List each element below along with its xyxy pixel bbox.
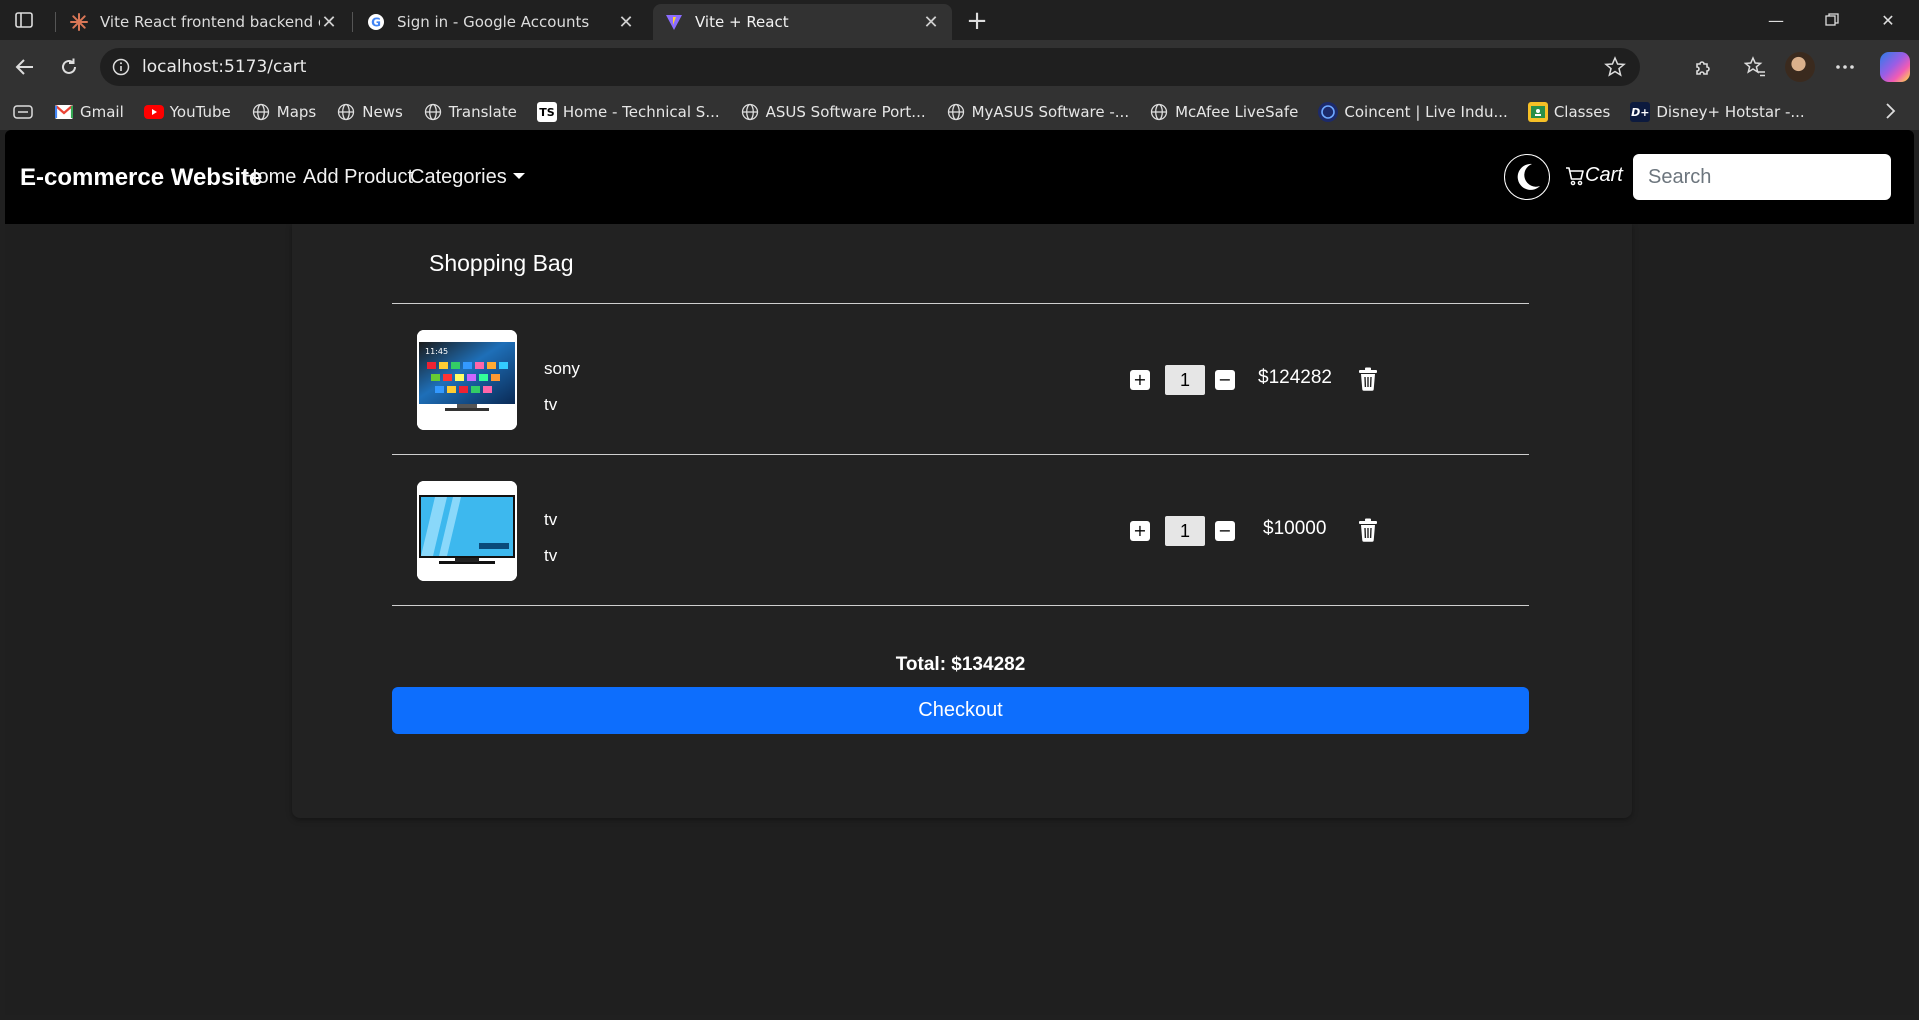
shopping-bag-card: Shopping Bag 11:45 sony tv + 1 − $124282…	[292, 224, 1632, 818]
bookmark-coincent[interactable]: Coincent | Live Indu...	[1318, 102, 1508, 122]
bookmark-disney-hotstar[interactable]: D+ Disney+ Hotstar -...	[1630, 102, 1805, 122]
close-icon[interactable]: ✕	[320, 12, 338, 33]
bookmark-news[interactable]: News	[336, 102, 403, 122]
product-price: $124282	[1258, 367, 1332, 388]
product-image[interactable]: 11:45	[417, 330, 517, 430]
increase-quantity-button[interactable]: +	[1130, 370, 1150, 390]
tab-vite-react[interactable]: Vite + React ✕	[653, 4, 952, 40]
ts-icon: TS	[536, 102, 557, 122]
bookmark-translate[interactable]: Translate	[423, 102, 517, 122]
nav-dropdown-categories[interactable]: Categories	[410, 166, 525, 189]
svg-text:G: G	[371, 16, 381, 30]
caret-down-icon	[512, 172, 525, 179]
coincent-icon	[1318, 102, 1339, 122]
checkout-button[interactable]: Checkout	[392, 687, 1529, 734]
favorites-icon[interactable]	[1740, 52, 1770, 82]
bookmark-gmail[interactable]: Gmail	[54, 102, 124, 122]
restore-icon[interactable]	[1804, 0, 1860, 40]
web-page: E-commerce Website Home Add Product Cate…	[5, 130, 1914, 1015]
site-brand[interactable]: E-commerce Website	[20, 164, 262, 192]
tab-separator	[352, 12, 353, 32]
bookmark-myasus-software[interactable]: MyASUS Software -...	[946, 102, 1129, 122]
product-image[interactable]	[417, 481, 517, 581]
product-category: tv	[544, 395, 558, 414]
classroom-icon	[1527, 102, 1548, 122]
bookmarks-bar: Gmail YouTube Maps News Translate TS Hom…	[0, 94, 1919, 130]
cart-total: Total: $134282	[895, 654, 1026, 675]
extensions-icon[interactable]	[1688, 52, 1718, 82]
globe-icon	[946, 102, 966, 122]
address-field[interactable]: localhost:5173/cart	[100, 48, 1640, 86]
product-name: sony	[544, 359, 580, 378]
window-close-icon[interactable]: ✕	[1860, 0, 1916, 40]
site-navbar: E-commerce Website Home Add Product Cate…	[5, 130, 1914, 224]
product-price: $10000	[1263, 518, 1327, 539]
svg-text:11:45: 11:45	[425, 347, 448, 356]
reload-icon[interactable]	[54, 52, 84, 82]
trash-icon[interactable]	[1357, 367, 1379, 391]
decrease-quantity-button[interactable]: −	[1215, 521, 1235, 541]
tab-title: Sign in - Google Accounts	[397, 13, 590, 31]
browser-tab-bar: Vite React frontend backend conn ✕ G Sig…	[0, 0, 1919, 40]
back-icon[interactable]	[10, 52, 40, 82]
cart-icon	[1566, 166, 1584, 185]
tab-title: Vite React frontend backend conn	[100, 13, 320, 31]
url-text: localhost:5173/cart	[142, 57, 307, 77]
tab-google-sign-in[interactable]: G Sign in - Google Accounts ✕	[355, 4, 647, 40]
nav-link-home[interactable]: Home	[243, 166, 296, 189]
tab-actions-icon[interactable]	[12, 101, 34, 123]
search-input[interactable]	[1633, 154, 1891, 200]
copilot-icon[interactable]	[1880, 52, 1910, 82]
site-info-icon[interactable]	[110, 56, 132, 78]
profile-avatar[interactable]	[1785, 52, 1815, 82]
close-icon[interactable]: ✕	[617, 12, 635, 33]
google-icon: G	[367, 13, 385, 31]
shopping-bag-title: Shopping Bag	[429, 250, 574, 276]
minimize-icon[interactable]: —	[1748, 0, 1804, 40]
decrease-quantity-button[interactable]: −	[1215, 370, 1235, 390]
youtube-icon	[143, 102, 164, 122]
chevron-right-icon[interactable]	[1883, 102, 1897, 124]
browser-address-bar: localhost:5173/cart	[0, 40, 1919, 94]
more-options-icon[interactable]	[1830, 52, 1860, 82]
vite-icon	[665, 13, 683, 31]
favorite-star-icon[interactable]	[1604, 56, 1626, 82]
globe-icon	[251, 102, 271, 122]
tab-separator	[55, 12, 56, 32]
sidebar-toggle-icon[interactable]	[12, 8, 36, 32]
bookmark-maps[interactable]: Maps	[251, 102, 316, 122]
new-tab-icon[interactable]: +	[962, 6, 992, 36]
divider	[392, 605, 1529, 606]
globe-icon	[1149, 102, 1169, 122]
cart-item: tv tv + 1 − $10000	[392, 455, 1529, 605]
moon-icon	[1517, 163, 1540, 190]
increase-quantity-button[interactable]: +	[1130, 521, 1150, 541]
cart-link[interactable]: Cart	[1565, 164, 1623, 187]
bookmark-mcafee-livesafe[interactable]: McAfee LiveSafe	[1149, 102, 1298, 122]
quantity-value[interactable]: 1	[1165, 516, 1205, 546]
close-icon[interactable]: ✕	[922, 12, 940, 33]
quantity-value[interactable]: 1	[1165, 365, 1205, 395]
hotstar-icon: D+	[1630, 102, 1651, 122]
trash-icon[interactable]	[1357, 518, 1379, 542]
bookmark-youtube[interactable]: YouTube	[143, 102, 231, 122]
product-category: tv	[544, 546, 558, 565]
bookmark-technical-s[interactable]: TS Home - Technical S...	[536, 102, 720, 122]
cart-item: 11:45 sony tv + 1 − $124282	[392, 304, 1529, 454]
bookmark-asus-software-portal[interactable]: ASUS Software Port...	[740, 102, 926, 122]
gmail-icon	[54, 102, 74, 122]
globe-icon	[423, 102, 443, 122]
bookmark-classes[interactable]: Classes	[1527, 102, 1610, 122]
globe-icon	[336, 102, 356, 122]
product-name: tv	[544, 510, 558, 529]
tab-vite-react-conn[interactable]: Vite React frontend backend conn ✕	[58, 4, 350, 40]
nav-link-add-product[interactable]: Add Product	[303, 166, 413, 189]
tab-title: Vite + React	[695, 13, 789, 31]
globe-icon	[740, 102, 760, 122]
claude-icon	[70, 13, 88, 31]
theme-toggle-button[interactable]	[1504, 154, 1550, 200]
